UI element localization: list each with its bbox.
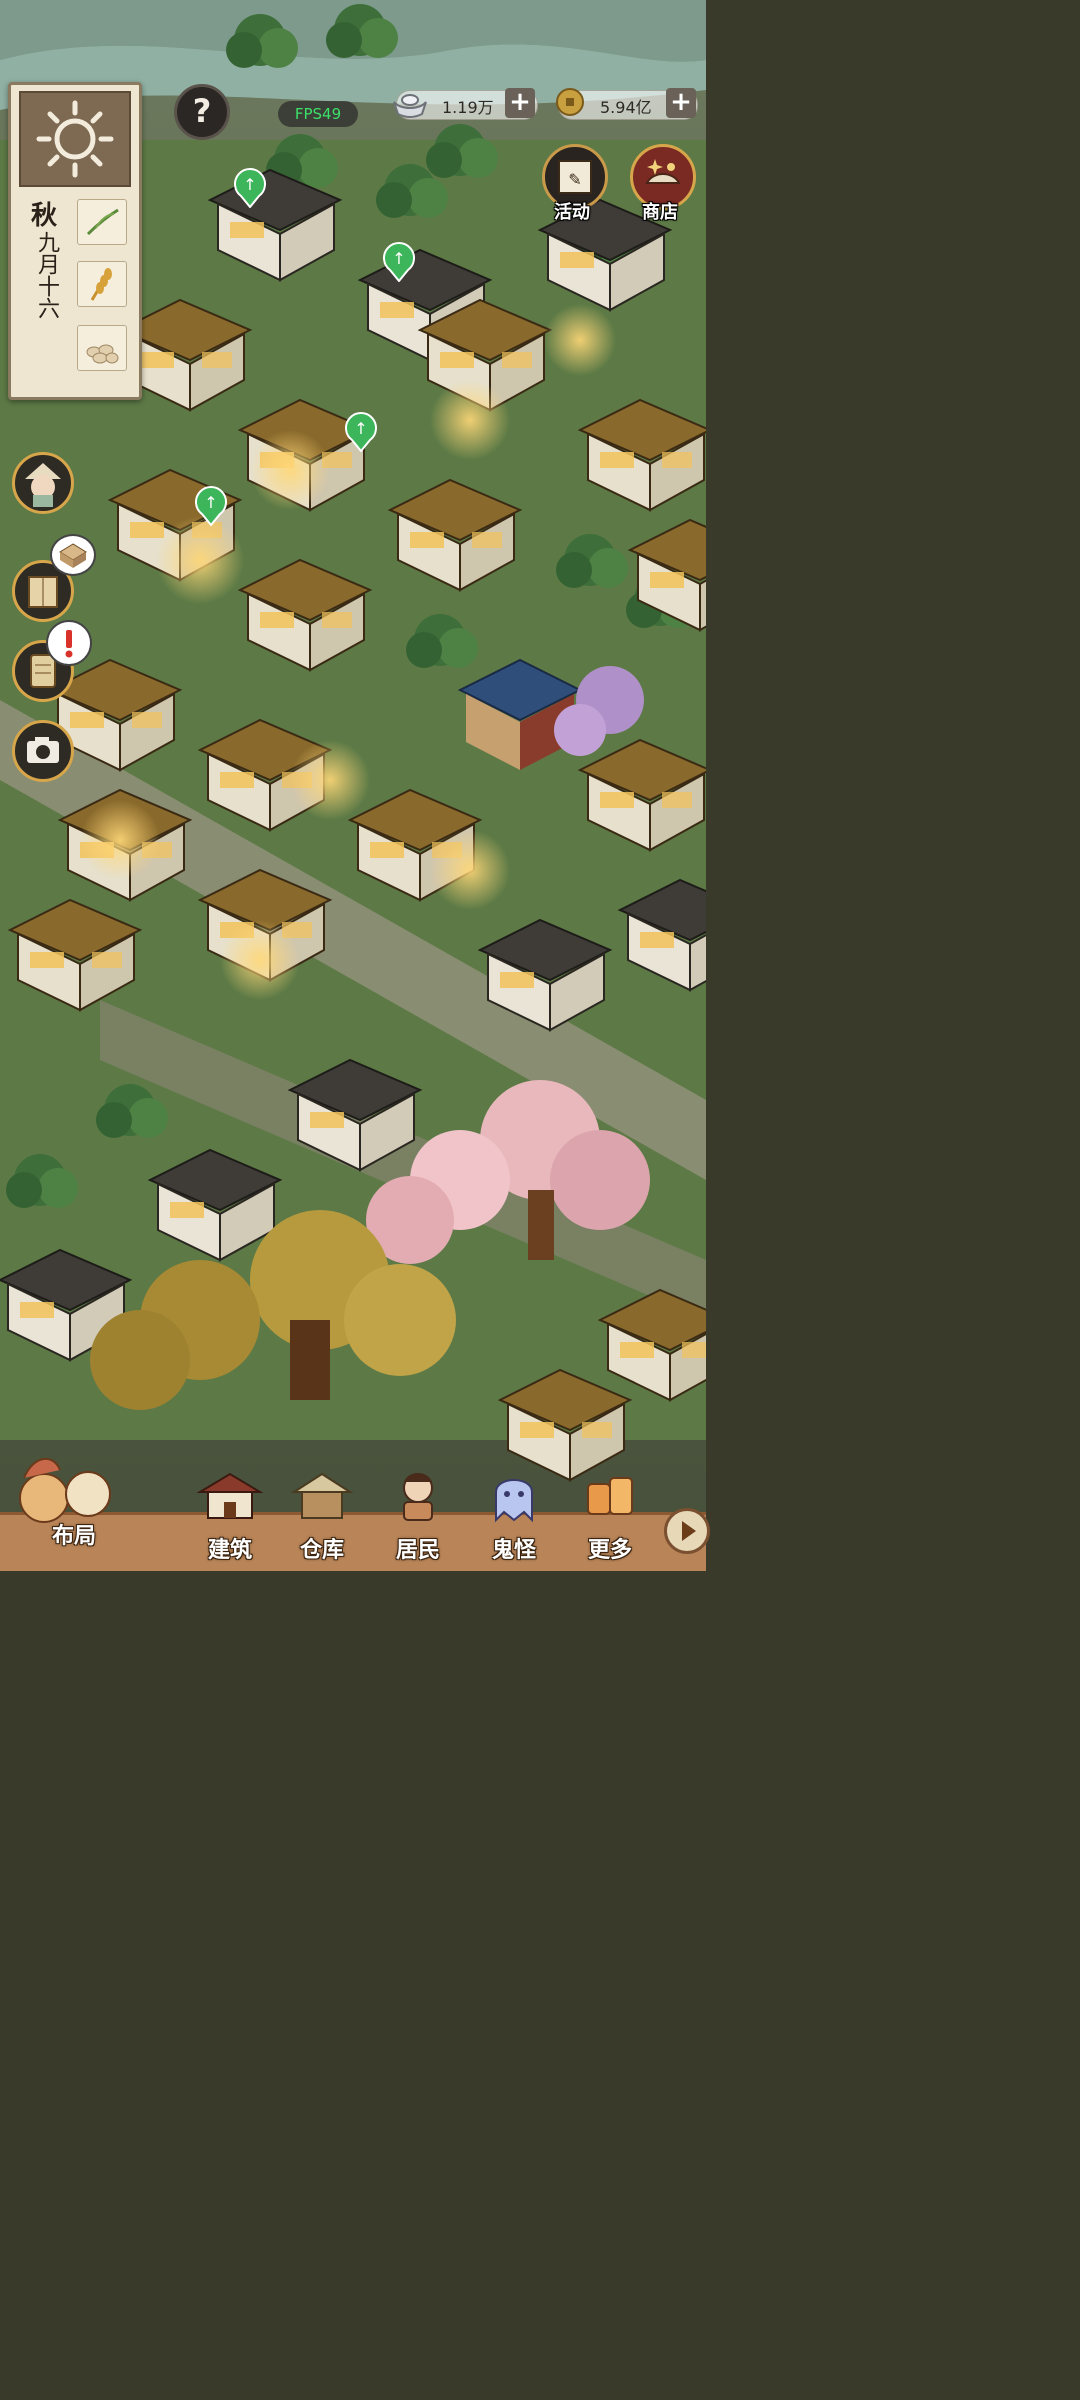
- fps-counter: FPS49: [278, 101, 358, 127]
- silver-ingot-icon: [390, 88, 430, 120]
- upgrade-marker[interactable]: ↑: [233, 168, 267, 209]
- beans-icon[interactable]: [77, 325, 127, 371]
- warehouse-label: 仓库: [299, 1538, 344, 1563]
- camera-icon[interactable]: [12, 720, 74, 782]
- events-button[interactable]: ✎ 活动: [536, 142, 608, 224]
- warehouse-button[interactable]: 仓库: [282, 1462, 362, 1568]
- layout-label: 布局: [51, 1524, 96, 1549]
- gift-box-icon: [50, 534, 96, 576]
- svg-text:↑: ↑: [243, 175, 256, 194]
- layout-icon: [19, 1458, 111, 1523]
- help-button[interactable]: ?: [174, 84, 230, 140]
- alert-icon: [46, 620, 92, 666]
- silver-value: 1.19万: [442, 98, 494, 117]
- more-label: 更多: [587, 1538, 632, 1563]
- expand-nav-button[interactable]: [664, 1508, 710, 1554]
- events-label: 活动: [554, 202, 590, 223]
- date-label: 九月十六: [34, 231, 59, 319]
- layout-button[interactable]: 布局: [14, 1448, 134, 1554]
- copper-coin-icon: [554, 86, 586, 118]
- building-label: 建筑: [207, 1538, 252, 1563]
- more-icon: [587, 1477, 633, 1515]
- upgrade-marker[interactable]: ↑: [382, 242, 416, 283]
- svg-text:↑: ↑: [204, 493, 217, 512]
- shop-button[interactable]: 商店: [624, 142, 696, 224]
- add-silver-button[interactable]: +: [505, 88, 535, 118]
- ghosts-button[interactable]: 鬼怪: [474, 1462, 554, 1568]
- sun-icon: [19, 91, 131, 187]
- add-coins-button[interactable]: +: [666, 88, 696, 118]
- svg-text:✎: ✎: [568, 170, 581, 189]
- building-button[interactable]: 建筑: [190, 1462, 270, 1568]
- season-panel[interactable]: 秋 九月十六: [8, 82, 142, 400]
- coins-value: 5.94亿: [600, 98, 652, 117]
- svg-text:↑: ↑: [392, 249, 405, 268]
- villager-avatar[interactable]: [12, 452, 74, 514]
- resident-icon: [403, 1473, 433, 1521]
- play-arrow-icon: [682, 1521, 696, 1541]
- rice-seedling-icon[interactable]: [77, 199, 127, 245]
- building-icon: [196, 1472, 264, 1519]
- residents-button[interactable]: 居民: [378, 1462, 458, 1568]
- shop-label: 商店: [642, 202, 678, 223]
- upgrade-marker[interactable]: ↑: [194, 486, 228, 527]
- season-label: 秋: [31, 201, 58, 231]
- wheat-icon[interactable]: [77, 261, 127, 307]
- ghost-icon: [495, 1479, 533, 1523]
- svg-text:↑: ↑: [354, 419, 367, 438]
- upgrade-marker[interactable]: ↑: [344, 412, 378, 453]
- residents-label: 居民: [395, 1538, 440, 1563]
- warehouse-icon: [290, 1472, 354, 1519]
- ghosts-label: 鬼怪: [491, 1538, 536, 1563]
- more-button[interactable]: 更多: [570, 1462, 650, 1568]
